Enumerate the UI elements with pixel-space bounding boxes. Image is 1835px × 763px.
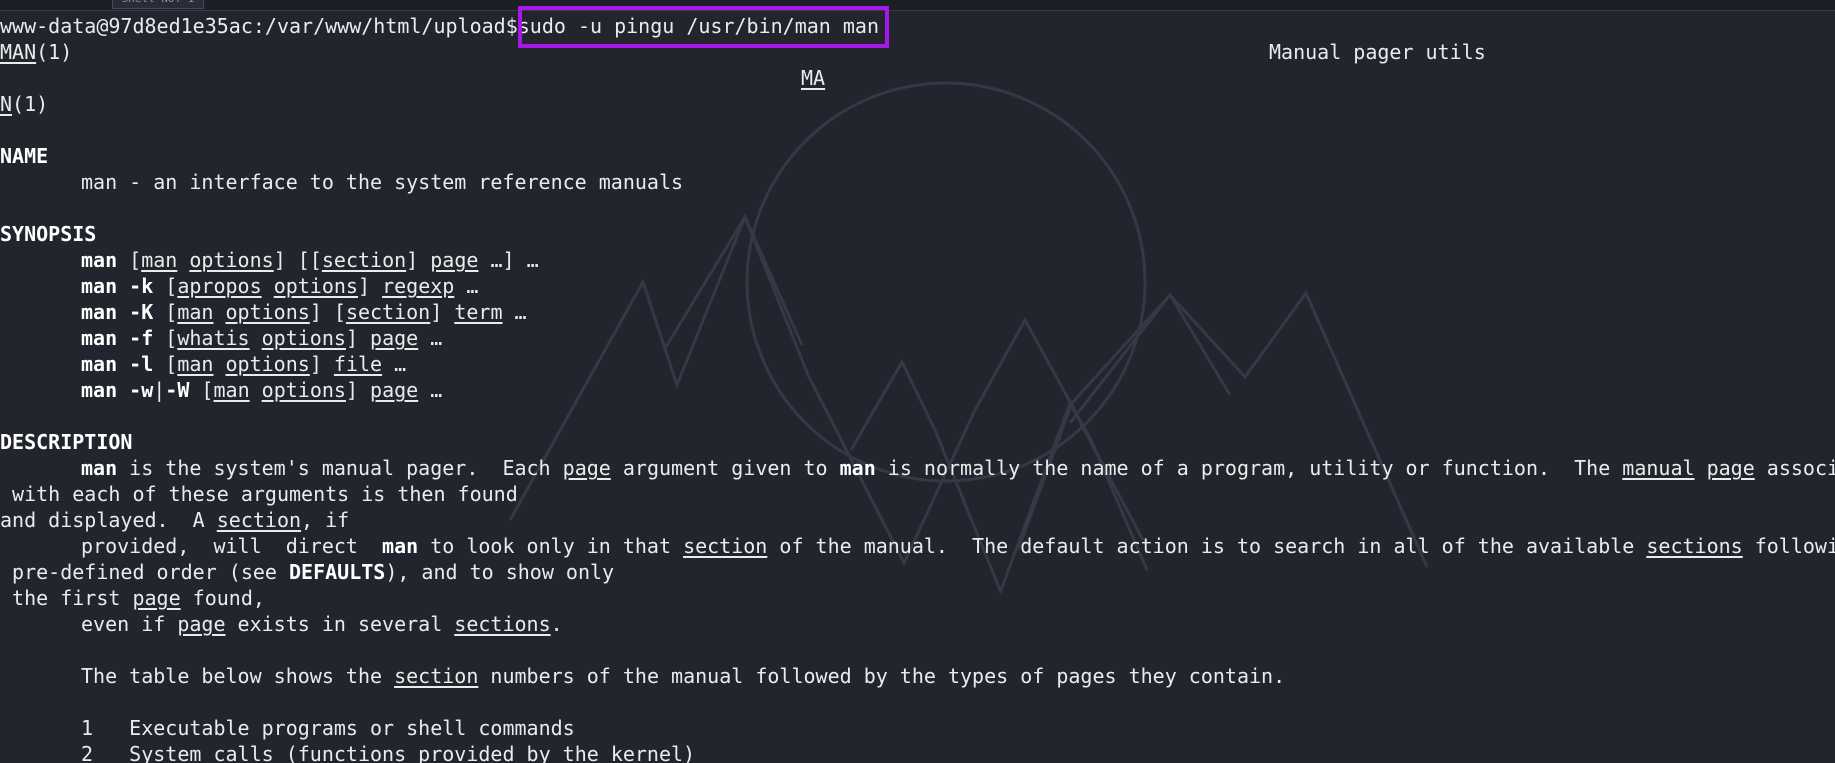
description-line: The table below shows the section number… [81, 664, 1286, 688]
section-table-row: 1 Executable programs or shell commands [81, 716, 575, 740]
description-line: and displayed. A section, if [0, 508, 350, 532]
description-line: even if page exists in several sections. [81, 612, 563, 636]
synopsis-line: man -f [whatis options] page … [81, 326, 443, 350]
description-line: with each of these arguments is then fou… [0, 482, 518, 506]
description-heading: DESCRIPTION [0, 430, 133, 454]
section-table-row: 2 System calls (functions provided by th… [81, 742, 696, 763]
man-header-line: MAN(1) [0, 39, 72, 65]
synopsis-line: man -w|-W [man options] page … [81, 378, 443, 402]
header-section: (1) [36, 40, 73, 64]
header-page-ref[interactable]: MAN [0, 40, 36, 64]
synopsis-line: man -l [man options] file … [81, 352, 407, 376]
synopsis-line: man [man options] [[section] page …] … [81, 248, 539, 272]
description-line: the first page found, [0, 586, 265, 610]
name-text: man - an interface to the system referen… [81, 170, 684, 194]
header-wrapped-ref: MA [801, 66, 826, 90]
description-line: provided, will direct man to look only i… [81, 534, 1835, 558]
synopsis-heading: SYNOPSIS [0, 222, 97, 246]
description-line: pre-defined order (see DEFAULTS), and to… [0, 560, 615, 584]
name-heading: NAME [0, 144, 49, 168]
description-line: man is the system's manual pager. Each p… [81, 456, 1835, 480]
synopsis-line: man -K [man options] [section] term … [81, 300, 527, 324]
command-highlight-box [518, 6, 889, 48]
header-center-title: Manual pager utils [1269, 40, 1486, 64]
shell-prompt: www-data@97d8ed1e35ac:/var/www/html/uplo… [0, 14, 518, 38]
synopsis-line: man -k [apropos options] regexp … [81, 274, 479, 298]
header-wrapped-tail: N(1) [0, 92, 49, 116]
